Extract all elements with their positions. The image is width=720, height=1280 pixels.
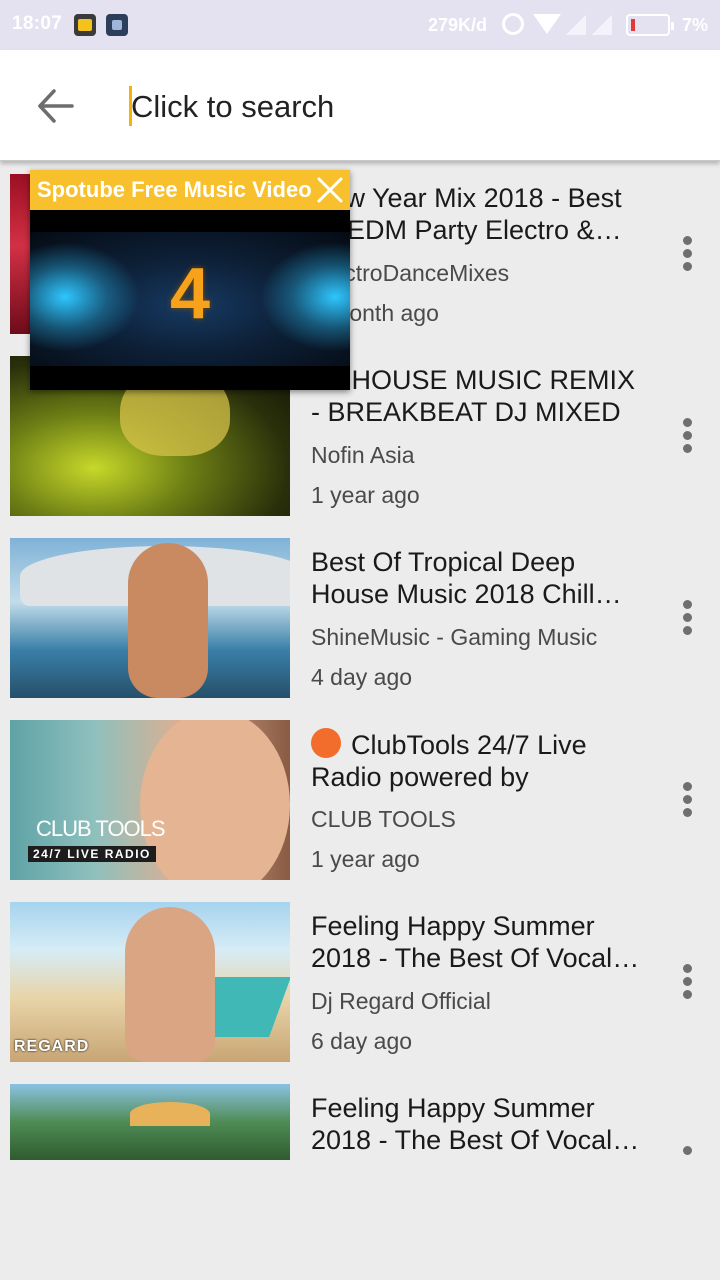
battery-icon: [626, 14, 674, 36]
video-title[interactable]: Feeling Happy Summer 2018 - The Best Of …: [311, 910, 643, 974]
video-title-text: ClubTools 24/7 Live Radio powered by: [311, 730, 587, 792]
status-bar: 18:07 279K/d 7%: [0, 0, 720, 50]
video-time: 6 day ago: [311, 1028, 413, 1054]
video-channel: Nofin Asia: [311, 442, 415, 468]
more-options-button[interactable]: [676, 236, 700, 276]
popup-video-player[interactable]: 4: [30, 232, 350, 366]
video-thumbnail[interactable]: [10, 1084, 290, 1160]
video-title[interactable]: DJ HOUSE MUSIC REMIX - BREAKBEAT DJ MIXE…: [311, 364, 643, 428]
signal-icon: [566, 15, 586, 35]
video-time: 1 year ago: [311, 482, 420, 508]
video-channel: ShineMusic - Gaming Music: [311, 624, 598, 650]
video-thumbnail[interactable]: [10, 538, 290, 698]
video-title[interactable]: Best Of Tropical Deep House Music 2018 C…: [311, 546, 643, 610]
video-item[interactable]: Best Of Tropical Deep House Music 2018 C…: [0, 538, 720, 706]
video-thumbnail[interactable]: REGARD: [10, 902, 290, 1062]
arrow-left-icon: [38, 89, 74, 123]
battery-percent: 7%: [682, 15, 709, 35]
video-item[interactable]: Feeling Happy Summer 2018 - The Best Of …: [0, 1084, 720, 1164]
thumbnail-badge: 24/7 LIVE RADIO: [28, 846, 156, 862]
search-input[interactable]: [131, 86, 671, 128]
video-channel: CLUB TOOLS: [311, 806, 456, 832]
video-item[interactable]: REGARD Feeling Happy Summer 2018 - The B…: [0, 902, 720, 1070]
notification-app-icon: [106, 14, 128, 36]
notification-app-icon: [74, 14, 96, 36]
more-options-button[interactable]: [676, 600, 700, 640]
status-time: 18:07: [12, 13, 63, 34]
more-options-button[interactable]: [676, 418, 700, 458]
thumbnail-logo: CLUB TOOLS: [36, 816, 166, 841]
video-thumbnail[interactable]: CLUB TOOLS 24/7 LIVE RADIO: [10, 720, 290, 880]
alarm-icon: [502, 13, 524, 35]
popup-header[interactable]: Spotube Free Music Video: [30, 170, 350, 210]
live-indicator-icon: [311, 728, 341, 758]
popup-close-button[interactable]: [314, 174, 346, 206]
countdown-number: 4: [169, 254, 211, 334]
video-item[interactable]: CLUB TOOLS 24/7 LIVE RADIO ClubTools 24/…: [0, 720, 720, 888]
more-options-button[interactable]: [676, 964, 700, 1004]
floating-video-popup[interactable]: Spotube Free Music Video 4: [30, 170, 350, 390]
network-speed: 279K/d: [428, 15, 488, 35]
video-title[interactable]: Feeling Happy Summer 2018 - The Best Of …: [311, 1092, 643, 1156]
wifi-icon: [533, 14, 561, 34]
more-options-button[interactable]: [676, 782, 700, 822]
video-title[interactable]: ClubTools 24/7 Live Radio powered by: [311, 728, 643, 792]
video-time: 1 year ago: [311, 846, 420, 872]
video-channel: Dj Regard Official: [311, 988, 491, 1014]
video-time: 4 day ago: [311, 664, 413, 690]
popup-title: Spotube Free Music Video: [37, 177, 312, 202]
back-button[interactable]: [32, 84, 80, 128]
more-options-button[interactable]: [676, 1146, 700, 1158]
thumbnail-logo: REGARD: [14, 1038, 90, 1055]
signal-icon: [592, 15, 612, 35]
video-title[interactable]: New Year Mix 2018 - Best Of EDM Party El…: [311, 182, 643, 246]
search-bar: [0, 50, 720, 161]
close-icon: [317, 177, 343, 203]
